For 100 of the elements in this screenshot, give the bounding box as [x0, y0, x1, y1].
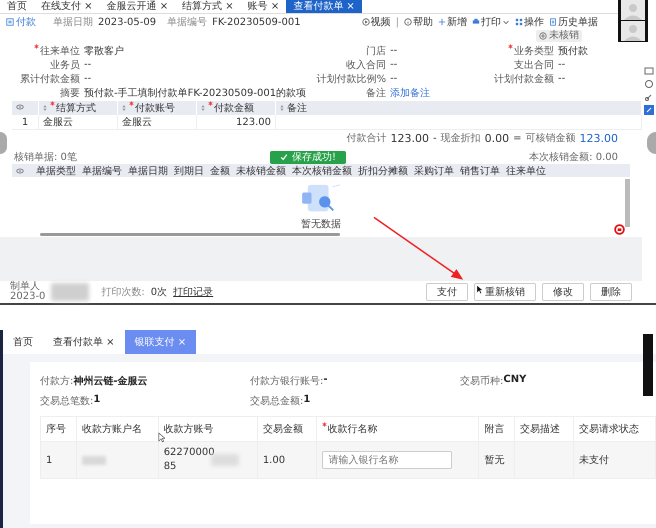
action-button[interactable]: 支付 — [426, 283, 468, 301]
bank-name-field[interactable]: 请输入银行名称 — [322, 451, 452, 469]
check-icon — [280, 153, 288, 162]
field-value: 1 — [303, 394, 310, 407]
toolbar-button[interactable]: 历史单据 — [549, 15, 598, 29]
column-header: 收款行名称 — [316, 416, 479, 442]
field-label: 计划付款金额 — [493, 72, 554, 86]
field-label: 付款方: — [40, 374, 74, 388]
record-icon[interactable] — [614, 224, 625, 235]
column-header: 单据类型 — [36, 164, 76, 178]
plus-icon — [438, 18, 446, 26]
total-value: 0.00 — [484, 132, 510, 144]
table-cell: 金服云 — [38, 115, 118, 130]
field-label: 往来单位 — [0, 44, 80, 58]
column-header: 销售订单 — [460, 164, 500, 178]
column-header: 往来单位 — [506, 164, 546, 178]
column-header: 序号 — [40, 416, 76, 442]
field-label: 累计付款金额 — [19, 72, 80, 86]
toolbar-button[interactable]: 帮助 — [404, 15, 433, 29]
side-handle[interactable] — [647, 132, 656, 154]
toolbar-button[interactable]: 新增 — [438, 15, 467, 29]
field-value: -- — [390, 45, 398, 56]
toolbar-button[interactable]: 操作 — [515, 15, 544, 29]
tab[interactable]: 结算方式 × — [175, 0, 241, 13]
column-header: 折扣分摊额 — [358, 164, 408, 178]
tab[interactable]: 查看付款单 × — [43, 330, 125, 354]
toolbar-button[interactable]: 打印 — [472, 15, 510, 29]
field-value: 零散客户 — [84, 44, 124, 58]
tab[interactable]: 账号 × — [240, 0, 286, 13]
scrollbar[interactable] — [40, 233, 340, 236]
writeoff-count: 核销单据: 0笔 — [14, 150, 77, 162]
help-icon — [404, 18, 412, 26]
sort-icon[interactable] — [122, 104, 126, 112]
required-icon — [34, 44, 39, 48]
tab[interactable]: 首页 — [3, 330, 43, 354]
edit-icon[interactable] — [644, 105, 654, 115]
field-label: 交易总金额: — [250, 394, 304, 408]
table-cell: 暂无 — [478, 442, 515, 478]
scrollbar[interactable] — [625, 179, 630, 227]
redacted-block — [51, 283, 90, 301]
field-label: 收入合同 — [345, 58, 386, 72]
field-value: -- — [558, 73, 566, 84]
field-label: 支出合同 — [513, 58, 554, 72]
operator: = — [513, 132, 522, 144]
field-value: -- — [84, 59, 92, 70]
column-header: 付款金额 — [196, 101, 276, 115]
column-header: 到期日 — [174, 164, 204, 178]
column-header: 附言 — [478, 416, 515, 442]
field-value: 2023-05-09 — [98, 16, 156, 28]
eye-icon[interactable] — [16, 102, 24, 110]
writeoff-amount: 本次核销金额: 0.00 — [529, 150, 618, 162]
sort-icon[interactable] — [43, 104, 47, 112]
field-label: 交易总笔数: — [40, 394, 94, 408]
action-button[interactable]: 删除 — [590, 283, 632, 301]
table-cell: 62270000 85 — [164, 446, 215, 474]
table-cell: 123.00 — [196, 115, 276, 130]
sort-icon[interactable] — [201, 104, 205, 112]
column-header: 单据编号 — [82, 164, 122, 178]
tab[interactable]: 金服云开通 × — [100, 0, 176, 13]
participant-avatar — [621, 0, 645, 20]
column-header: 本次核销金额 — [292, 164, 352, 178]
eye-icon — [16, 166, 24, 174]
field-label: 门店 — [365, 44, 386, 58]
total-value: 123.00 — [580, 132, 618, 144]
table-cell: 1 — [12, 115, 38, 130]
sort-icon[interactable] — [280, 104, 284, 112]
field-value: -- — [84, 73, 92, 84]
tab[interactable]: 在线支付 × — [34, 0, 100, 13]
field-value: 预付款-手工填制付款单FK-20230509-001的款项 — [84, 86, 306, 100]
field-value: 0次 — [150, 286, 168, 299]
required-icon — [208, 101, 213, 106]
field-label: 计划付款比例% — [316, 72, 386, 86]
column-header: 采购订单 — [414, 164, 454, 178]
action-button[interactable]: 重新核销 — [474, 283, 536, 301]
grid-icon — [515, 18, 523, 26]
field-label: 制单人 — [10, 282, 40, 292]
column-header: 付款账号 — [118, 101, 196, 115]
field-label: 打印次数: — [101, 286, 145, 299]
add-note-link[interactable]: 添加备注 — [390, 86, 430, 100]
field-value: 1 — [93, 394, 100, 407]
tab[interactable]: 查看付款单 × — [286, 0, 362, 13]
document-icon — [549, 18, 557, 26]
total-value: 123.00 — [390, 132, 429, 144]
action-button[interactable]: 修改 — [542, 283, 584, 301]
side-handle[interactable] — [0, 132, 7, 154]
field-value: -- — [558, 59, 566, 70]
field-value: CNY — [503, 374, 526, 387]
participant-avatar — [621, 21, 645, 41]
field-label: 单据编号 — [167, 16, 208, 29]
column-header: 结算方式 — [38, 101, 118, 115]
field-label: 交易币种: — [460, 374, 504, 388]
field-value: -- — [390, 73, 398, 84]
table-cell: 1 — [40, 442, 76, 478]
column-header: 收款方账户名 — [76, 416, 158, 442]
field-value: 预付款 — [558, 44, 588, 58]
print-record-link[interactable]: 打印记录 — [173, 285, 214, 299]
redacted-block — [82, 456, 106, 464]
toolbar-button[interactable]: 视频 — [362, 15, 391, 29]
field-label: 业务类型 — [474, 44, 554, 58]
tab[interactable]: 首页 — [0, 0, 34, 13]
